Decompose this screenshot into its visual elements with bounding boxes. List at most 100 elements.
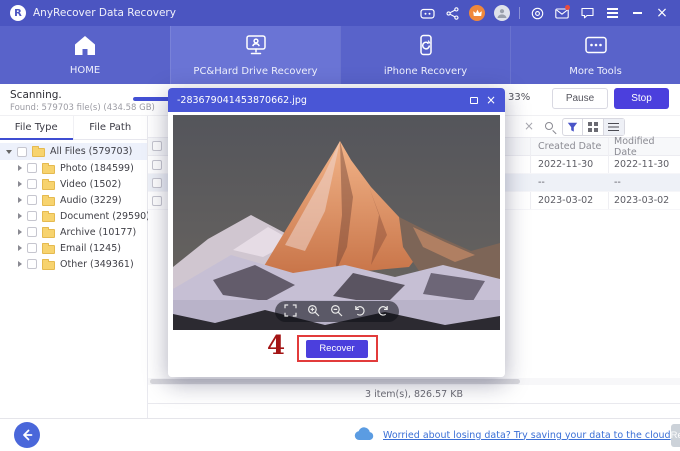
recover-button-disabled[interactable]: Recover <box>671 424 680 447</box>
share-icon[interactable] <box>444 5 460 21</box>
vip-icon[interactable] <box>469 5 485 21</box>
search-icon[interactable] <box>544 121 556 133</box>
caret-right-icon[interactable] <box>18 261 22 267</box>
back-button[interactable] <box>14 422 40 448</box>
caret-right-icon[interactable] <box>18 229 22 235</box>
caret-right-icon[interactable] <box>18 197 22 203</box>
rotate-left-icon[interactable] <box>353 302 366 321</box>
folder-icon <box>32 148 45 157</box>
preview-image <box>173 115 500 330</box>
scrollbar-thumb[interactable] <box>150 379 520 384</box>
checkbox[interactable] <box>17 147 27 157</box>
account-avatar[interactable] <box>494 5 510 21</box>
titlebar: R AnyRecover Data Recovery <box>0 0 680 26</box>
checkbox[interactable] <box>27 195 37 205</box>
column-header-created[interactable]: Created Date <box>538 141 601 152</box>
close-button[interactable]: × <box>654 5 670 21</box>
cloud-backup-link[interactable]: Worried about losing data? Try saving yo… <box>383 430 671 441</box>
tree-item-label: Audio (3229) <box>60 195 122 206</box>
caret-right-icon[interactable] <box>18 245 22 251</box>
pause-button[interactable]: Pause <box>552 88 608 109</box>
tree-item-label: Video (1502) <box>60 179 121 190</box>
main-nav: HOME PC&Hard Drive Recovery iPhone Recov… <box>0 26 680 84</box>
minimize-button[interactable] <box>629 5 645 21</box>
mail-icon[interactable] <box>554 5 570 21</box>
checkbox[interactable] <box>27 227 37 237</box>
row-checkbox[interactable] <box>152 178 162 188</box>
checkbox[interactable] <box>27 163 37 173</box>
caret-right-icon[interactable] <box>18 213 22 219</box>
checkbox[interactable] <box>27 211 37 221</box>
tree-item-label: Photo (184599) <box>60 163 134 174</box>
bottom-bar: Worried about losing data? Try saving yo… <box>0 418 680 451</box>
recover-button[interactable]: Recover <box>306 340 368 358</box>
select-all-checkbox[interactable] <box>152 141 162 151</box>
selection-summary: 3 item(s), 826.57 KB <box>148 385 680 404</box>
tab-label: More Tools <box>569 66 622 77</box>
tree-item-video[interactable]: Video (1502) <box>0 176 147 192</box>
folder-icon <box>42 261 55 270</box>
mail-notification-badge <box>565 5 570 10</box>
app-title: AnyRecover Data Recovery <box>33 7 176 19</box>
tree-item-other[interactable]: Other (349361) <box>0 256 147 272</box>
tab-file-type[interactable]: File Type <box>0 116 74 139</box>
folder-icon <box>42 229 55 238</box>
tree-item-all-files[interactable]: All Files (579703) <box>0 143 147 160</box>
tree-item-audio[interactable]: Audio (3229) <box>0 192 147 208</box>
community-icon[interactable] <box>419 5 435 21</box>
cloud-icon <box>354 426 375 445</box>
home-icon <box>73 34 97 60</box>
help-icon[interactable] <box>529 5 545 21</box>
stop-button[interactable]: Stop <box>614 88 669 109</box>
row-checkbox[interactable] <box>152 196 162 206</box>
tree-item-label: Document (29590) <box>60 211 150 222</box>
checkbox[interactable] <box>27 259 37 269</box>
tab-file-path[interactable]: File Path <box>74 116 148 139</box>
zoom-in-icon[interactable] <box>307 302 320 321</box>
feedback-icon[interactable] <box>579 5 595 21</box>
fit-screen-icon[interactable] <box>284 302 297 321</box>
cell-created-date: 2023-03-02 <box>538 195 593 206</box>
caret-down-icon[interactable] <box>6 150 12 154</box>
cell-modified-date: -- <box>614 177 621 188</box>
preview-modal: -283679041453870662.jpg × <box>168 88 505 377</box>
checkbox[interactable] <box>27 243 37 253</box>
grid-view-icon[interactable] <box>583 119 603 135</box>
menu-icon[interactable] <box>604 5 620 21</box>
clear-search-icon[interactable]: × <box>524 119 534 133</box>
zoom-out-icon[interactable] <box>330 302 343 321</box>
tree-item-document[interactable]: Document (29590) <box>0 208 147 224</box>
tree-item-photo[interactable]: Photo (184599) <box>0 160 147 176</box>
image-viewer-toolbar <box>275 301 399 322</box>
horizontal-scrollbar[interactable] <box>148 378 680 385</box>
tree-item-label: Archive (10177) <box>60 227 136 238</box>
cell-created-date: -- <box>538 177 545 188</box>
tab-pc-hard-drive-recovery[interactable]: PC&Hard Drive Recovery <box>170 26 340 84</box>
folder-icon <box>42 181 55 190</box>
caret-right-icon[interactable] <box>18 181 22 187</box>
app-logo-icon: R <box>10 5 26 21</box>
tab-more-tools[interactable]: More Tools <box>510 26 680 84</box>
scan-status-text: Scanning. <box>10 89 62 101</box>
cell-modified-date: 2022-11-30 <box>614 159 669 170</box>
sidebar-tabs: File Type File Path <box>0 116 147 140</box>
checkbox[interactable] <box>27 179 37 189</box>
file-type-tree: All Files (579703) Photo (184599) Video … <box>0 140 147 272</box>
folder-icon <box>42 245 55 254</box>
tree-item-archive[interactable]: Archive (10177) <box>0 224 147 240</box>
rotate-right-icon[interactable] <box>377 302 390 321</box>
tab-label: iPhone Recovery <box>384 66 467 77</box>
tree-item-label: Email (1245) <box>60 243 121 254</box>
column-header-modified[interactable]: Modified Date <box>614 136 680 158</box>
list-view-icon[interactable] <box>604 119 624 135</box>
tab-home[interactable]: HOME <box>0 26 170 84</box>
filter-icon[interactable] <box>563 119 583 135</box>
row-checkbox[interactable] <box>152 160 162 170</box>
maximize-icon[interactable] <box>470 97 478 104</box>
preview-modal-header[interactable]: -283679041453870662.jpg × <box>168 88 505 112</box>
tab-iphone-recovery[interactable]: iPhone Recovery <box>340 26 510 84</box>
tree-item-email[interactable]: Email (1245) <box>0 240 147 256</box>
close-preview-icon[interactable]: × <box>486 94 496 106</box>
caret-right-icon[interactable] <box>18 165 22 171</box>
cell-modified-date: 2023-03-02 <box>614 195 669 206</box>
